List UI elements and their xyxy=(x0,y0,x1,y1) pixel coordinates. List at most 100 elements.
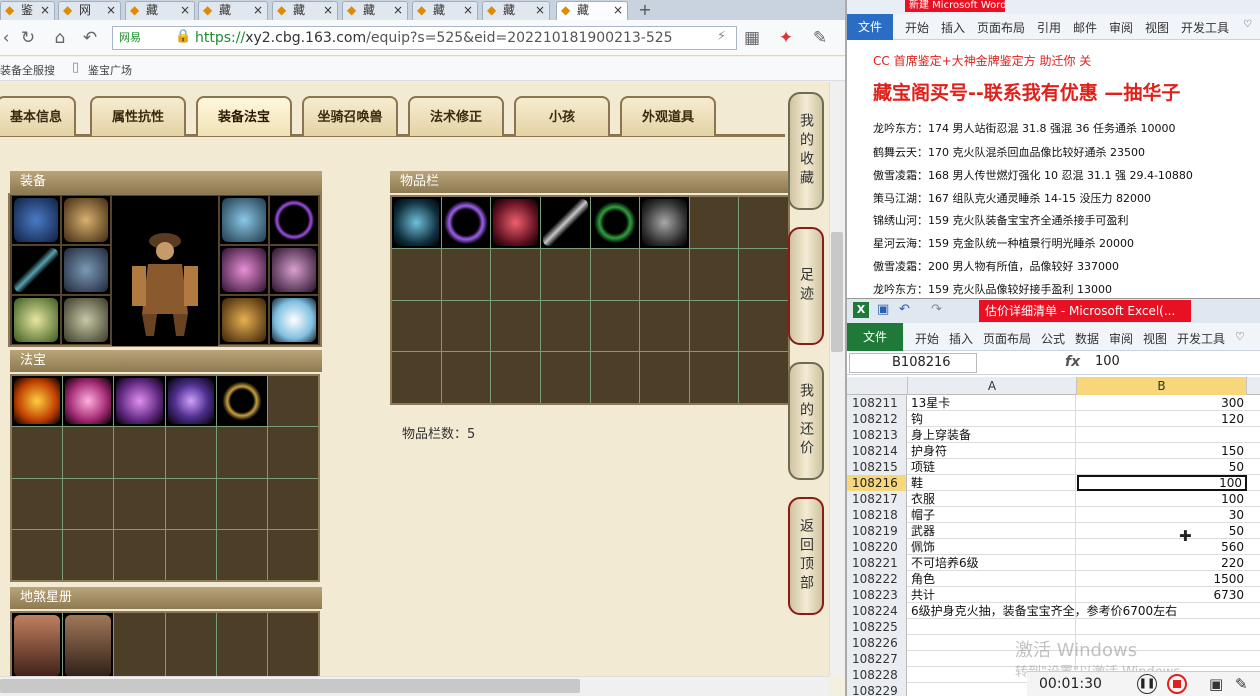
pause-icon[interactable]: ❚❚ xyxy=(1137,674,1157,694)
inventory-slot[interactable] xyxy=(392,352,441,403)
stop-record-icon[interactable] xyxy=(1167,674,1187,694)
treasure-slot[interactable] xyxy=(114,529,165,580)
row-header[interactable]: 108214 xyxy=(847,443,907,459)
equip-slot-boots[interactable] xyxy=(62,296,110,344)
equip-slot-accessory2[interactable] xyxy=(270,246,318,294)
row-header[interactable]: 108216 xyxy=(847,475,907,491)
row-header[interactable]: 108221 xyxy=(847,555,907,571)
treasure-slot[interactable] xyxy=(267,376,318,427)
name-box[interactable]: B108216 xyxy=(849,353,977,373)
cell-a[interactable]: 钩 xyxy=(908,411,1076,427)
vertical-scroll-thumb[interactable] xyxy=(831,232,843,352)
star-card-slot[interactable] xyxy=(12,613,63,676)
treasure-slot[interactable] xyxy=(267,427,318,478)
word-tab-references[interactable]: 引用 xyxy=(1037,19,1061,36)
formula-input[interactable]: 100 xyxy=(1095,354,1120,369)
cell-b[interactable] xyxy=(1077,619,1247,635)
treasure-slot[interactable] xyxy=(63,478,114,529)
my-favorites-button[interactable]: 我的收藏 xyxy=(788,92,824,210)
treasure-slot[interactable] xyxy=(267,529,318,580)
inventory-slot[interactable] xyxy=(739,300,788,352)
treasure-slot[interactable] xyxy=(63,427,114,478)
cell-a[interactable]: 不可培养6级 xyxy=(908,555,1076,571)
browser-tab[interactable]: ◆ 藏 × xyxy=(198,1,268,20)
tab-child[interactable]: 小孩 xyxy=(514,96,610,136)
word-file-tab[interactable]: 文件 xyxy=(847,14,893,40)
equip-slot-food[interactable] xyxy=(220,296,268,344)
excel-tab-review[interactable]: 审阅 xyxy=(1109,330,1133,347)
cell-b[interactable]: 1500 xyxy=(1077,571,1247,587)
new-tab-button[interactable]: + xyxy=(632,1,658,19)
cell-a[interactable]: 13星卡 xyxy=(908,395,1076,411)
bookmark-item[interactable]: 鉴宝广场 xyxy=(88,62,132,78)
treasure-slot[interactable] xyxy=(216,529,267,580)
cell-b[interactable]: 6730 xyxy=(1077,587,1247,603)
equip-slot-necklace[interactable] xyxy=(270,196,318,244)
inventory-slot[interactable] xyxy=(640,300,689,352)
cell-a[interactable]: 角色 xyxy=(908,571,1076,587)
my-counter-offer-button[interactable]: 我的还价 xyxy=(788,362,824,480)
row-header[interactable]: 108227 xyxy=(847,651,907,667)
word-tab-review[interactable]: 审阅 xyxy=(1109,19,1133,36)
treasure-slot[interactable] xyxy=(114,376,165,427)
browser-tab[interactable]: ◆ 藏 × xyxy=(125,1,195,20)
inventory-slot[interactable] xyxy=(540,300,590,352)
treasure-slot[interactable] xyxy=(63,529,114,580)
star-card-slot[interactable] xyxy=(165,613,216,676)
inventory-slot[interactable] xyxy=(590,352,640,403)
row-header[interactable]: 108229 xyxy=(847,683,907,696)
refresh-icon[interactable]: ↻ xyxy=(18,28,38,48)
home-icon[interactable]: ⌂ xyxy=(50,28,70,48)
inventory-slot[interactable] xyxy=(640,197,689,248)
inventory-slot[interactable] xyxy=(491,197,540,248)
inventory-slot[interactable] xyxy=(640,352,689,403)
browser-tab[interactable]: ◆ 藏 × xyxy=(412,1,478,20)
cell-a[interactable]: 项链 xyxy=(908,459,1076,475)
row-header[interactable]: 108213 xyxy=(847,427,907,443)
inventory-slot[interactable] xyxy=(689,248,739,300)
inventory-slot[interactable] xyxy=(441,300,491,352)
inventory-slot[interactable] xyxy=(491,300,540,352)
inventory-slot[interactable] xyxy=(689,300,739,352)
tab-close-icon[interactable]: × xyxy=(535,2,545,19)
inventory-slot[interactable] xyxy=(590,300,640,352)
row-header[interactable]: 108218 xyxy=(847,507,907,523)
inventory-slot[interactable] xyxy=(441,248,491,300)
browser-tab[interactable]: ◆ 藏 × xyxy=(342,1,408,20)
row-header[interactable]: 108223 xyxy=(847,587,907,603)
row-header[interactable]: 108219 xyxy=(847,523,907,539)
cell-b[interactable]: 220 xyxy=(1077,555,1247,571)
inventory-slot[interactable] xyxy=(441,197,491,248)
treasure-slot[interactable] xyxy=(114,478,165,529)
treasure-slot[interactable] xyxy=(114,427,165,478)
tab-close-icon[interactable]: × xyxy=(463,2,473,19)
inventory-slot[interactable] xyxy=(739,197,788,248)
pen-icon[interactable]: ✎ xyxy=(1235,675,1248,693)
treasure-slot[interactable] xyxy=(12,376,63,427)
equip-slot-mask[interactable] xyxy=(220,196,268,244)
inventory-slot[interactable] xyxy=(739,248,788,300)
treasure-slot[interactable] xyxy=(216,478,267,529)
tab-close-icon[interactable]: × xyxy=(40,2,50,19)
star-card-slot[interactable] xyxy=(114,613,165,676)
cell-a[interactable]: 佩饰 xyxy=(908,539,1076,555)
treasure-slot[interactable] xyxy=(165,478,216,529)
tab-close-icon[interactable]: × xyxy=(613,2,623,19)
treasure-slot[interactable] xyxy=(12,427,63,478)
browser-tab[interactable]: ◆ 藏 × xyxy=(272,1,338,20)
excel-tab-formulas[interactable]: 公式 xyxy=(1041,330,1065,347)
excel-ribbon-collapse-icon[interactable]: ♡ xyxy=(1235,330,1245,343)
cell-b[interactable]: 100 xyxy=(1077,475,1247,491)
cell-a[interactable]: 6级护身克火抽，装备宝宝齐全，参考价6700左右 xyxy=(908,603,1177,619)
cell-a[interactable]: 鞋 xyxy=(908,475,1076,491)
treasure-slot[interactable] xyxy=(165,529,216,580)
cell-b[interactable]: 50 xyxy=(1077,459,1247,475)
tab-basic-info[interactable]: 基本信息 xyxy=(0,96,76,136)
grid-icon[interactable]: ▦ xyxy=(742,28,762,48)
vertical-scrollbar[interactable] xyxy=(829,82,845,676)
undo-icon[interactable]: ↶ xyxy=(899,302,910,317)
cell-b[interactable]: 150 xyxy=(1077,443,1247,459)
treasure-slot[interactable] xyxy=(165,376,216,427)
row-header[interactable]: 108224 xyxy=(847,603,907,619)
inventory-slot[interactable] xyxy=(540,352,590,403)
